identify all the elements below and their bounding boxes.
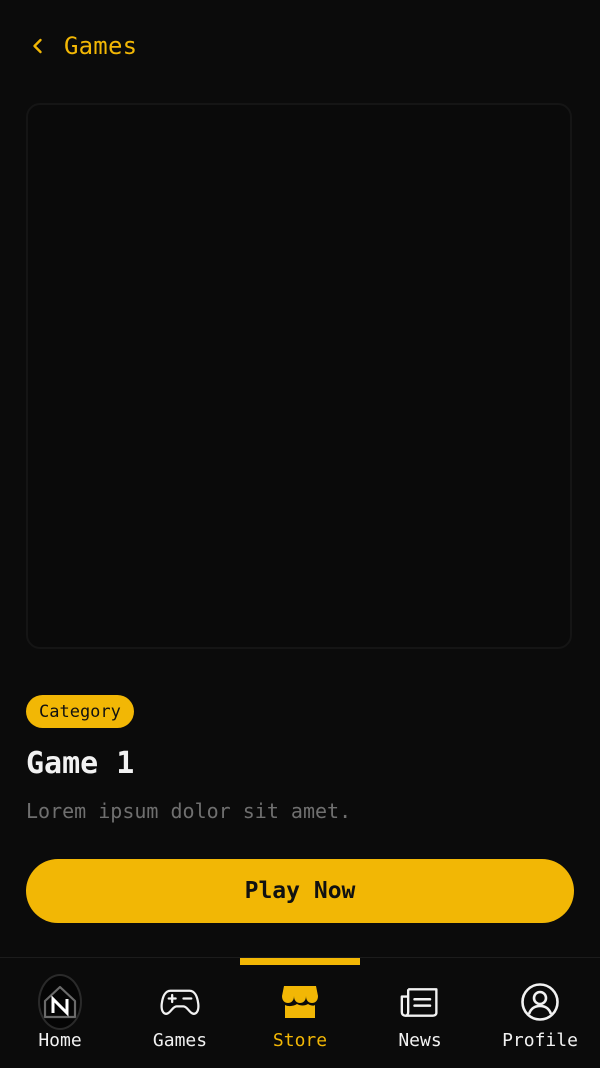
tab-games[interactable]: Games (120, 958, 240, 1068)
game-media-frame (26, 103, 572, 649)
tab-store[interactable]: Store (240, 958, 360, 1068)
game-description: Lorem ipsum dolor sit amet. (26, 799, 352, 823)
tab-home[interactable]: Home (0, 958, 120, 1068)
tab-label: Home (38, 1030, 82, 1051)
profile-icon (520, 982, 560, 1022)
bottom-tab-bar: Home Games Store News Profile (0, 957, 600, 1067)
newspaper-icon (400, 982, 440, 1022)
gamepad-icon (160, 982, 200, 1022)
active-tab-indicator (240, 958, 360, 965)
tab-profile[interactable]: Profile (480, 958, 600, 1068)
tab-label: Games (152, 1030, 208, 1051)
tab-news[interactable]: News (360, 958, 480, 1068)
category-badge: Category (26, 695, 134, 728)
page-title: Games (64, 32, 138, 60)
chevron-left-icon[interactable] (26, 34, 50, 58)
tab-label: News (398, 1030, 442, 1051)
tab-label: Store (272, 1030, 328, 1051)
play-now-button[interactable]: Play Now (26, 859, 574, 923)
back-to-games-link[interactable]: Games (26, 28, 137, 64)
store-icon (280, 982, 320, 1022)
home-n-icon (38, 974, 82, 1030)
tab-label: Profile (502, 1030, 578, 1051)
game-title: Game 1 (26, 746, 135, 781)
